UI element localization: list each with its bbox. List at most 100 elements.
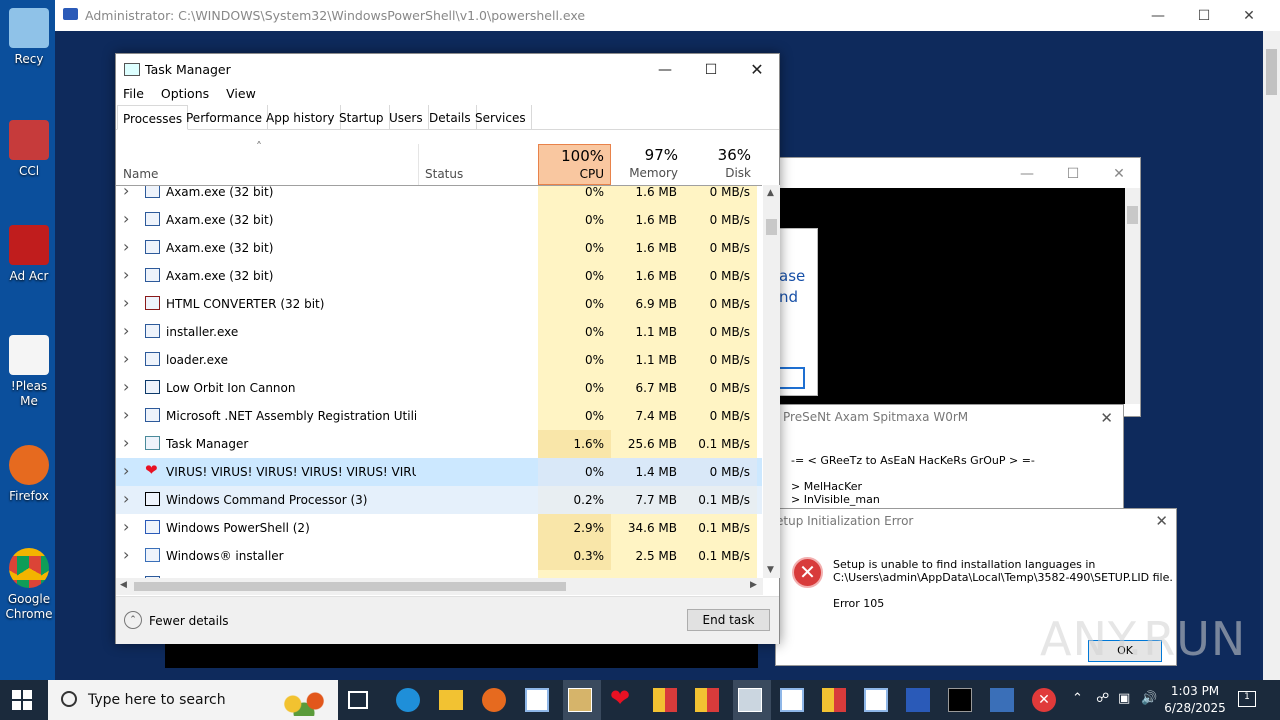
- expand-chevron-icon[interactable]: ›: [123, 433, 129, 452]
- column-name[interactable]: Name: [123, 167, 158, 181]
- scroll-thumb[interactable]: [766, 219, 777, 235]
- clock[interactable]: 1:03 PM 6/28/2025: [1162, 683, 1228, 717]
- process-row[interactable]: › Axam.exe (32 bit) 0% 1.6 MB 0 MB/s: [116, 206, 762, 234]
- scroll-thumb[interactable]: [1127, 206, 1138, 224]
- desktop-icon-please-read-me[interactable]: !Pleas Me: [2, 335, 56, 409]
- scroll-down-icon[interactable]: ▼: [767, 565, 774, 575]
- menu-file[interactable]: File: [123, 86, 144, 101]
- tab-app-history[interactable]: App history: [261, 105, 341, 130]
- search-input[interactable]: Type here to search: [88, 692, 226, 708]
- column-cpu[interactable]: 100% CPU: [538, 144, 611, 185]
- process-row[interactable]: › Low Orbit Ion Cannon 0% 6.7 MB 0 MB/s: [116, 374, 762, 402]
- command-prompt-icon[interactable]: [948, 688, 972, 712]
- close-icon[interactable]: ✕: [1155, 512, 1168, 530]
- scroll-thumb[interactable]: [1266, 49, 1277, 95]
- process-row[interactable]: › ❤ VIRUS! VIRUS! VIRUS! VIRUS! VIRUS! VIR…: [116, 458, 762, 486]
- fewer-details-link[interactable]: Fewer details: [149, 614, 229, 628]
- powershell-scrollbar[interactable]: [1263, 31, 1280, 680]
- error-icon[interactable]: ✕: [1032, 688, 1056, 712]
- menu-view[interactable]: View: [226, 86, 256, 101]
- task-view-icon[interactable]: [348, 691, 368, 709]
- expand-chevron-icon[interactable]: ›: [123, 461, 129, 480]
- horizontal-scrollbar[interactable]: ◀ ▶: [116, 578, 763, 595]
- column-disk[interactable]: 36% Disk: [684, 144, 757, 185]
- tab-details[interactable]: Details: [424, 105, 477, 130]
- scroll-up-icon[interactable]: ▲: [767, 188, 774, 198]
- expand-chevron-icon[interactable]: ›: [123, 489, 129, 508]
- tab-startup[interactable]: Startup: [334, 105, 390, 130]
- process-row[interactable]: › installer.exe 0% 1.1 MB 0 MB/s: [116, 318, 762, 346]
- minimize-button[interactable]: —: [1004, 158, 1050, 189]
- process-row[interactable]: ›Windows Orientation0%2.3 MB0.1 MB/s: [116, 570, 762, 578]
- tab-services[interactable]: Services: [470, 105, 532, 130]
- desktop-icon-chrome[interactable]: Google Chrome: [2, 548, 56, 622]
- ethernet-icon[interactable]: ▣: [1118, 691, 1130, 706]
- expand-chevron-icon[interactable]: ›: [123, 209, 129, 228]
- process-row[interactable]: › Windows® installer 0.3% 2.5 MB 0.1 MB/s: [116, 542, 762, 570]
- end-task-button[interactable]: End task: [687, 609, 770, 631]
- expand-chevron-icon[interactable]: ›: [123, 349, 129, 368]
- column-memory[interactable]: 97% Memory: [611, 144, 684, 185]
- close-button[interactable]: ✕: [1226, 0, 1272, 31]
- close-icon[interactable]: ✕: [1100, 409, 1113, 427]
- file-explorer-icon[interactable]: [439, 690, 463, 710]
- desktop-icon-ccleaner[interactable]: CCl: [2, 120, 56, 179]
- scroll-thumb[interactable]: [134, 582, 566, 591]
- minimize-button[interactable]: —: [642, 54, 688, 85]
- maximize-button[interactable]: ☐: [1050, 158, 1096, 189]
- app-icon[interactable]: [695, 688, 719, 712]
- taskbar-search[interactable]: Type here to search: [48, 680, 338, 720]
- app-icon[interactable]: [822, 688, 846, 712]
- scroll-right-icon[interactable]: ▶: [750, 580, 757, 590]
- edge-icon[interactable]: [396, 688, 420, 712]
- expand-chevron-icon[interactable]: ›: [123, 405, 129, 424]
- process-row[interactable]: › Microsoft .NET Assembly Registration Ut…: [116, 402, 762, 430]
- process-row[interactable]: › Windows Command Processor (3) 0.2% 7.7 MB…: [116, 486, 762, 514]
- expand-chevron-icon[interactable]: ›: [123, 237, 129, 256]
- installer-icon[interactable]: [990, 688, 1014, 712]
- desktop-icon-acrobat[interactable]: Ad Acr: [2, 225, 56, 284]
- desktop-icon-recycle-bin[interactable]: Recy: [2, 8, 56, 67]
- expand-chevron-icon[interactable]: ›: [123, 293, 129, 312]
- expand-chevron-icon[interactable]: ›: [123, 377, 129, 396]
- menu-options[interactable]: Options: [161, 86, 209, 101]
- process-row[interactable]: › Axam.exe (32 bit) 0% 1.6 MB 0 MB/s: [116, 234, 762, 262]
- powershell-icon[interactable]: [906, 688, 930, 712]
- start-button[interactable]: [12, 690, 32, 710]
- expand-chevron-icon[interactable]: ›: [123, 545, 129, 564]
- process-row[interactable]: › HTML CONVERTER (32 bit) 0% 6.9 MB 0 MB/s: [116, 290, 762, 318]
- tab-users[interactable]: Users: [384, 105, 429, 130]
- expand-chevron-icon[interactable]: ›: [123, 321, 129, 340]
- tab-performance[interactable]: Performance: [181, 105, 269, 130]
- console-scrollbar[interactable]: [1125, 188, 1140, 404]
- close-button[interactable]: ✕: [734, 54, 780, 85]
- app-window-icon[interactable]: [864, 688, 888, 712]
- volume-icon[interactable]: 🔊: [1141, 691, 1157, 706]
- expand-chevron-icon[interactable]: ›: [123, 186, 129, 200]
- scroll-left-icon[interactable]: ◀: [120, 580, 127, 590]
- app-window-icon[interactable]: [780, 688, 804, 712]
- minimize-button[interactable]: —: [1135, 0, 1181, 31]
- heart-icon[interactable]: ❤: [610, 684, 634, 712]
- process-row[interactable]: › Task Manager 1.6% 25.6 MB 0.1 MB/s: [116, 430, 762, 458]
- chevron-up-icon[interactable]: ⌃: [1072, 691, 1083, 706]
- maximize-button[interactable]: ☐: [688, 54, 734, 85]
- process-row[interactable]: › Windows PowerShell (2) 2.9% 34.6 MB 0.1 MB…: [116, 514, 762, 542]
- expand-chevron-icon[interactable]: ›: [123, 265, 129, 284]
- close-button[interactable]: ✕: [1096, 158, 1142, 189]
- tab-processes[interactable]: Processes: [117, 105, 189, 130]
- chevron-up-icon[interactable]: ⌃: [124, 611, 142, 629]
- column-status[interactable]: Status: [425, 167, 463, 181]
- network-icon[interactable]: ☍: [1096, 691, 1109, 706]
- expand-chevron-icon[interactable]: ›: [123, 517, 129, 536]
- process-list-scrollbar[interactable]: ▲ ▼: [763, 185, 780, 578]
- powershell-titlebar[interactable]: Administrator: C:\WINDOWS\System32\Windo…: [55, 0, 1280, 31]
- app-icon[interactable]: [653, 688, 677, 712]
- process-row[interactable]: › Axam.exe (32 bit) 0% 1.6 MB 0 MB/s: [116, 262, 762, 290]
- app-window-icon[interactable]: [525, 688, 549, 712]
- notification-icon[interactable]: 1: [1238, 691, 1256, 707]
- process-row[interactable]: › loader.exe 0% 1.1 MB 0 MB/s: [116, 346, 762, 374]
- process-row[interactable]: › Axam.exe (32 bit) 0% 1.6 MB 0 MB/s: [116, 186, 762, 206]
- desktop-icon-firefox[interactable]: Firefox: [2, 445, 56, 504]
- maximize-button[interactable]: ☐: [1181, 0, 1227, 31]
